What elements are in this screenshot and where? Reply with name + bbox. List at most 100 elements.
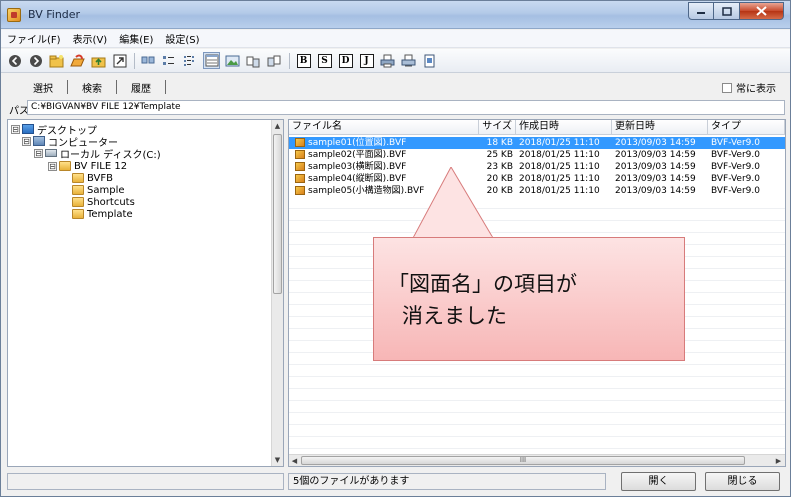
always-on-top-checkbox[interactable] — [722, 82, 732, 93]
letter-j-icon: J — [359, 53, 374, 68]
column-header-size[interactable]: サイズ — [479, 120, 516, 135]
tab-select[interactable]: 選択 — [19, 80, 67, 95]
document-button[interactable] — [421, 52, 438, 69]
forward-button[interactable] — [27, 52, 44, 69]
tab-separator — [165, 80, 166, 94]
tree-node-local-disk[interactable]: ⊟ ローカル ディスク(C:) — [34, 147, 161, 161]
bvf-d-button[interactable]: D — [337, 52, 354, 69]
maximize-icon — [721, 6, 732, 16]
forward-arrow-icon — [29, 54, 42, 67]
list-scroll-thumb[interactable]: III — [301, 456, 745, 465]
view-small-icons-button[interactable] — [161, 52, 178, 69]
folder-icon — [72, 185, 84, 195]
menu-file[interactable]: ファイル(F) — [5, 30, 63, 47]
cell-type: BVF-Ver9.0 — [711, 186, 760, 196]
table-row[interactable]: sample01(位置図).BVF 18 KB 2018/01/25 11:10 20… — [289, 137, 785, 149]
collapse-toggle[interactable]: ⊟ — [34, 148, 43, 158]
copy-button[interactable] — [245, 52, 262, 69]
tree-node-template[interactable]: Template — [72, 208, 133, 220]
cell-size: 18 KB — [486, 138, 513, 148]
column-header-name[interactable]: ファイル名 — [289, 120, 479, 135]
always-on-top-label: 常に表示 — [736, 84, 776, 95]
tree-node-label: BVFB — [87, 172, 114, 184]
cell-size: 25 KB — [486, 150, 513, 160]
minimize-button[interactable] — [688, 2, 714, 20]
scroll-right-arrow-icon[interactable]: ▶ — [773, 455, 784, 466]
tree-scroll-thumb[interactable] — [273, 134, 282, 294]
print-setup-button[interactable] — [400, 52, 417, 69]
computer-icon — [33, 136, 45, 146]
tab-history[interactable]: 履歴 — [117, 80, 165, 95]
column-header-created[interactable]: 作成日時 — [516, 120, 612, 135]
monitor-icon — [22, 124, 34, 134]
close-button[interactable]: 閉じる — [705, 472, 780, 491]
open-file-icon — [70, 54, 85, 66]
list-gridline — [289, 400, 785, 401]
list-gridline — [289, 208, 785, 209]
collapse-toggle[interactable]: ⊟ — [48, 161, 57, 171]
collapse-toggle[interactable]: ⊟ — [11, 124, 20, 134]
preview-button[interactable] — [224, 52, 241, 69]
maximize-button[interactable] — [714, 2, 740, 20]
tree-node-shortcuts[interactable]: Shortcuts — [72, 196, 135, 208]
callout-line-2: 消えました — [402, 304, 507, 328]
tree-node-sample[interactable]: Sample — [72, 184, 125, 196]
callout-line-1: 「図面名」の項目が — [388, 272, 577, 296]
table-row[interactable]: sample05(小構造物図).BVF 20 KB 2018/01/25 11:10… — [289, 185, 785, 197]
print-button[interactable] — [379, 52, 396, 69]
close-window-button[interactable] — [740, 2, 784, 20]
menu-edit[interactable]: 編集(E) — [117, 30, 155, 47]
open-button[interactable]: 開く — [621, 472, 696, 491]
path-label: パス — [9, 106, 29, 117]
tree-vertical-scrollbar[interactable]: ▲ ▼ — [271, 120, 283, 466]
list-view-icon — [184, 55, 194, 66]
collapse-toggle[interactable]: ⊟ — [22, 136, 31, 146]
list-gridline — [289, 364, 785, 365]
table-row[interactable]: sample04(縦断図).BVF 20 KB 2018/01/25 11:10 20… — [289, 173, 785, 185]
view-list-button[interactable] — [182, 52, 199, 69]
list-horizontal-scrollbar[interactable]: ◀ III ▶ — [289, 454, 785, 466]
view-details-button[interactable] — [203, 52, 220, 69]
paste-button[interactable] — [266, 52, 283, 69]
callout-text: 「図面名」の項目が 消えました — [388, 268, 678, 332]
tree-node-bv-file-12[interactable]: ⊟ BV FILE 12 — [48, 160, 127, 172]
cell-modified: 2013/09/03 14:59 — [615, 186, 696, 196]
table-row[interactable]: sample03(横断図).BVF 23 KB 2018/01/25 11:10 20… — [289, 161, 785, 173]
always-on-top-option[interactable]: 常に表示 — [722, 80, 776, 95]
back-button[interactable] — [6, 52, 23, 69]
list-gridline — [289, 388, 785, 389]
folder-icon — [59, 161, 71, 171]
bvf-s-button[interactable]: S — [316, 52, 333, 69]
menu-settings[interactable]: 設定(S) — [163, 30, 201, 47]
caption-buttons — [688, 2, 784, 20]
printer-setup-icon — [401, 54, 416, 66]
cell-name: sample01(位置図).BVF — [308, 138, 407, 148]
tree-node-bvfb[interactable]: BVFB — [72, 172, 113, 184]
tab-bar: 選択 検索 履歴 — [1, 74, 790, 100]
tree-node-label: BV FILE 12 — [74, 160, 128, 172]
cell-created: 2018/01/25 11:10 — [519, 162, 600, 172]
cell-type: BVF-Ver9.0 — [711, 174, 760, 184]
open-file-button[interactable] — [69, 52, 86, 69]
up-folder-button[interactable] — [90, 52, 107, 69]
new-folder-button[interactable] — [48, 52, 65, 69]
column-header-type[interactable]: タイプ — [708, 120, 785, 135]
scroll-left-arrow-icon[interactable]: ◀ — [289, 455, 300, 466]
menu-view[interactable]: 表示(V) — [71, 30, 110, 47]
list-gridline — [289, 232, 785, 233]
diagonal-arrow-icon — [113, 54, 126, 67]
path-input[interactable]: C:¥BIGVAN¥BV FILE 12¥Template — [27, 100, 785, 115]
scroll-down-arrow-icon[interactable]: ▼ — [272, 454, 283, 466]
folder-tree[interactable]: ⊟ デスクトップ ⊟ コンピューター ⊟ ローカル ディスク(C:) ⊟ BV … — [7, 119, 284, 467]
bvf-b-button[interactable]: B — [295, 52, 312, 69]
title-bar[interactable]: BV Finder — [1, 1, 790, 29]
scroll-up-arrow-icon[interactable]: ▲ — [272, 120, 283, 132]
view-large-icons-button[interactable] — [140, 52, 157, 69]
arrow-view-button[interactable] — [111, 52, 128, 69]
tab-search[interactable]: 検索 — [68, 80, 116, 95]
bvf-j-button[interactable]: J — [358, 52, 375, 69]
table-row[interactable]: sample02(平面図).BVF 25 KB 2018/01/25 11:10 20… — [289, 149, 785, 161]
column-header-modified[interactable]: 更新日時 — [612, 120, 708, 135]
image-preview-icon — [225, 55, 240, 66]
cell-type: BVF-Ver9.0 — [711, 150, 760, 160]
